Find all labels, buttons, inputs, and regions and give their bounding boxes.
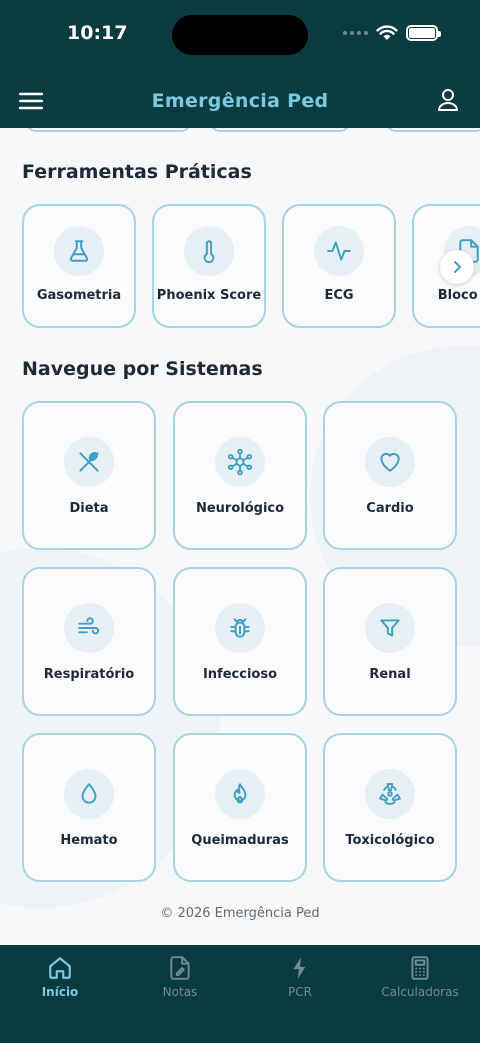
home-icon [49, 957, 71, 979]
chevron-right-icon [454, 261, 461, 273]
tool-label: Phoenix Score [156, 288, 262, 303]
radiation-icon [365, 769, 415, 819]
app-header: Emergência Ped [0, 74, 480, 128]
battery-icon [406, 25, 441, 41]
status-time: 10:17 [67, 22, 128, 44]
tools-section-title: Ferramentas Práticas [22, 161, 252, 183]
tool-label: Bloco de [437, 288, 480, 303]
signal-icon [343, 31, 368, 35]
system-label: Hemato [60, 833, 118, 848]
bolt-icon [293, 957, 306, 979]
thermometer-icon [184, 226, 234, 276]
dynamic-island [172, 15, 308, 55]
tool-card-phoenix-score[interactable]: Phoenix Score [152, 204, 266, 328]
carousel-next-button[interactable] [440, 250, 474, 284]
scrolled-card-edge [386, 128, 480, 132]
calculator-icon [411, 956, 429, 980]
tab-notas[interactable]: Notas [120, 945, 240, 1005]
network-icon [215, 437, 265, 487]
footer-copyright: © 2026 Emergência Ped [160, 906, 320, 921]
systems-section-title: Navegue por Sistemas [22, 358, 263, 380]
tool-card-gasometria[interactable]: Gasometria [22, 204, 136, 328]
system-card-dieta[interactable]: Dieta [22, 401, 156, 550]
system-label: Respiratório [43, 667, 135, 682]
profile-button[interactable] [434, 86, 462, 114]
bottom-tab-bar: Início Notas PCR Calculadoras [0, 945, 480, 1043]
status-bar: 10:17 [0, 0, 480, 74]
system-label: Queimaduras [191, 833, 289, 848]
system-card-respiratorio[interactable]: Respiratório [22, 567, 156, 716]
wifi-icon [376, 25, 398, 41]
menu-button[interactable] [18, 88, 44, 114]
heartbeat-icon [314, 226, 364, 276]
bug-icon [215, 603, 265, 653]
system-card-infeccioso[interactable]: Infeccioso [173, 567, 307, 716]
tab-label: Notas [162, 985, 198, 999]
system-card-hemato[interactable]: Hemato [22, 733, 156, 882]
tab-label: Início [41, 985, 79, 999]
tab-calculadoras[interactable]: Calculadoras [360, 945, 480, 1005]
notes-icon [170, 956, 190, 980]
tool-card-ecg[interactable]: ECG [282, 204, 396, 328]
filter-icon [365, 603, 415, 653]
system-card-cardio[interactable]: Cardio [323, 401, 457, 550]
droplet-icon [64, 769, 114, 819]
system-label: Infeccioso [202, 667, 278, 682]
flame-icon [215, 769, 265, 819]
flask-icon [54, 226, 104, 276]
main-content: Ferramentas Práticas Gasometria Phoenix … [0, 128, 480, 945]
user-icon [438, 89, 458, 111]
system-card-toxicologico[interactable]: Toxicológico [323, 733, 457, 882]
tab-label: Calculadoras [381, 985, 459, 999]
system-label: Cardio [366, 501, 414, 516]
tool-label: Gasometria [36, 288, 122, 303]
system-label: Toxicológico [345, 833, 435, 848]
system-card-neurologico[interactable]: Neurológico [173, 401, 307, 550]
tab-pcr[interactable]: PCR [240, 945, 360, 1005]
app-title: Emergência Ped [151, 90, 329, 112]
tool-label: ECG [324, 288, 354, 303]
wind-icon [64, 603, 114, 653]
system-label: Renal [369, 667, 411, 682]
system-label: Neurológico [195, 501, 285, 516]
scrolled-card-edge [26, 128, 191, 132]
system-label: Dieta [69, 501, 109, 516]
hamburger-icon [19, 92, 43, 110]
status-icons [343, 25, 441, 41]
system-card-queimaduras[interactable]: Queimaduras [173, 733, 307, 882]
scrolled-card-edge [210, 128, 350, 132]
utensils-icon [64, 437, 114, 487]
system-card-renal[interactable]: Renal [323, 567, 457, 716]
tab-label: PCR [288, 985, 312, 999]
tab-inicio[interactable]: Início [0, 945, 120, 1005]
heart-icon [365, 437, 415, 487]
